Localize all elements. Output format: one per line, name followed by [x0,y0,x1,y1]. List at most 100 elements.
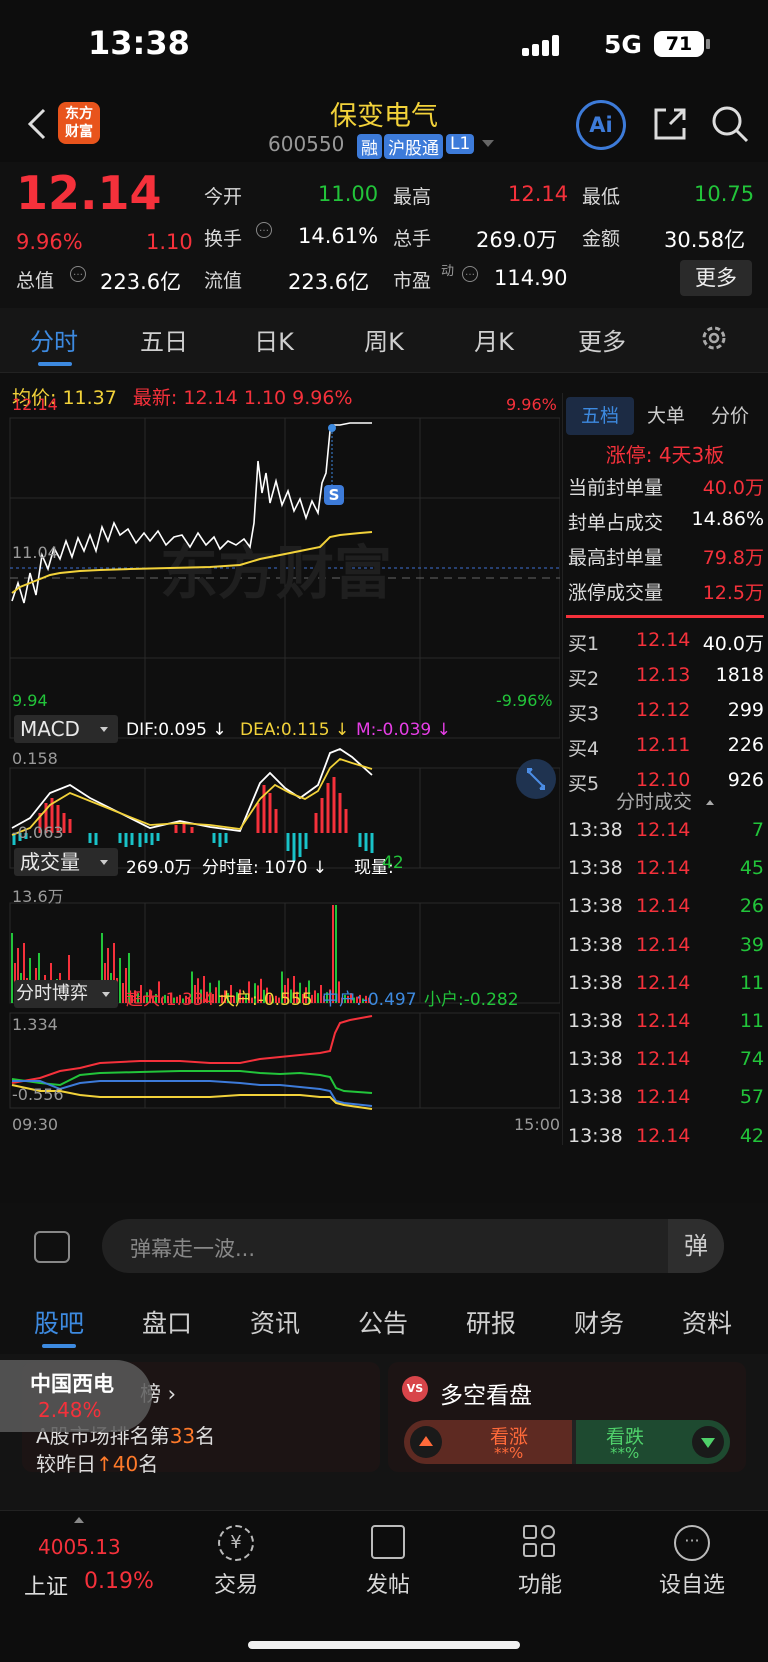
settings-icon[interactable] [698,322,730,354]
trade-row: 13:38 12.14 26 [568,895,764,933]
chevron-down-icon[interactable] [482,140,494,147]
chart-svg: 东方财富 [9,417,560,1110]
chevron-up-icon[interactable] [706,800,715,805]
orderbook-row[interactable]: 买1 12.14 40.0万 [568,629,764,663]
orderbook-price: 12.12 [636,699,691,721]
volume-minute: 分时量: 1070 ↓ [202,858,328,878]
trade-time: 13:38 [568,895,623,918]
orderbook-price: 12.13 [636,664,691,686]
up-value: **% [494,1444,524,1462]
trade-volume: 42 [739,1124,764,1147]
tab-month-k[interactable]: 月K [458,322,530,357]
bull-side[interactable]: 看涨 **% [404,1420,572,1464]
tab-forum[interactable]: 股吧 [22,1304,96,1340]
period-tabs: 分时 五日 日K 周K 月K 更多 [0,308,768,373]
ai-label: Ai [589,113,613,137]
rank-line1-num: 33 [169,1424,196,1448]
network-label: 5G [604,30,642,59]
share-icon[interactable] [650,104,690,144]
index-value[interactable]: 4005.13 [38,1535,121,1559]
orderbook-price: 12.11 [636,734,691,756]
tab-week-k[interactable]: 周K [348,322,420,357]
quote-panel: 12.14 9.96% 1.10 总值 … 223.6亿 今开 11.00 最高… [0,162,768,308]
tab-finance[interactable]: 财务 [562,1304,636,1340]
tab-research[interactable]: 研报 [454,1304,528,1340]
tab-handicap[interactable]: 盘口 [130,1304,204,1340]
nav-trade[interactable]: ¥ 交易 [176,1525,296,1599]
orderbook-row[interactable]: 买2 12.13 1818 [568,664,764,698]
orderbook-row[interactable]: 买4 12.11 226 [568,734,764,768]
stock-header: 东方 财富 保变电气 600550 融 沪股通 L1 Ai [0,90,768,162]
tab-day-k[interactable]: 日K [238,322,310,357]
chevron-down-icon [102,992,110,997]
amount-label: 金额 [582,228,621,250]
trade-time: 13:38 [568,933,623,956]
search-icon[interactable] [710,104,750,144]
comment-icon[interactable] [34,1231,70,1263]
trade-volume: 74 [739,1048,764,1071]
tab-5day[interactable]: 五日 [128,322,200,357]
bottom-nav: 4005.13 上证 0.19% ¥ 交易 发帖 功能 ··· 设自选 [0,1510,768,1662]
nav-post[interactable]: 发帖 [328,1525,448,1599]
pct-axis-bottom: -9.96% [496,691,553,710]
info-icon[interactable]: … [462,266,478,282]
tab-big-orders[interactable]: 大单 [634,397,698,435]
tab-intraday[interactable]: 分时 [18,322,90,357]
orderbook-level: 买2 [568,668,600,690]
floating-quote[interactable]: 中国西电 2.48% [0,1360,152,1432]
trade-price: 12.14 [636,1048,691,1071]
trade-row: 13:38 12.14 74 [568,1048,764,1086]
tab-news[interactable]: 资讯 [238,1304,312,1340]
rank-line2: 较昨日↑40名 [36,1448,158,1477]
flow-axis-top: 1.334 [12,1015,58,1034]
yen-icon: ¥ [218,1525,254,1561]
danmu-input[interactable]: 弹幕走一波... 弹 [102,1219,724,1273]
macd-dea: DEA:0.115 ↓ [240,720,350,740]
pe-label: 市盈 [393,270,432,292]
limit-row-value: 14.86% [691,508,764,530]
trade-time: 13:38 [568,1048,623,1071]
open-label: 今开 [204,186,243,208]
info-icon[interactable]: … [70,266,86,282]
volume-label: 总手 [393,228,432,250]
tab-announcements[interactable]: 公告 [346,1304,420,1340]
expand-icon[interactable] [516,759,556,799]
orderbook-row[interactable]: 买3 12.12 299 [568,699,764,733]
trade-price: 12.14 [636,933,691,956]
nav-trade-label: 交易 [213,1573,258,1598]
tab-five-levels[interactable]: 五档 [566,397,634,435]
price-axis-mid: 11.04 [12,543,58,562]
tab-more[interactable]: 更多 [566,322,638,357]
dea-line [11,757,373,836]
grid-icon [523,1525,557,1559]
bull-bear-card: VS 多空看盘 看涨 **% 看跌 **% [388,1362,746,1472]
limit-row: 当前封单量 40.0万 [568,473,764,507]
tab-profile[interactable]: 资料 [670,1304,744,1340]
limit-row-label: 当前封单量 [568,477,664,499]
ai-button[interactable]: Ai [576,100,626,150]
nav-functions[interactable]: 功能 [480,1525,600,1599]
limit-row: 涨停成交量 12.5万 [568,578,764,612]
rank-line2-pre: 较昨日 [36,1452,96,1476]
info-icon[interactable]: … [256,222,272,238]
index-pct[interactable]: 0.19% [84,1569,154,1594]
macd-selector[interactable]: MACD [14,715,118,743]
chevron-up-icon[interactable] [74,1517,84,1523]
flow-selector[interactable]: 分时博弈 [14,980,118,1008]
nav-watchlist[interactable]: ··· 设自选 [632,1525,752,1599]
price-axis-bottom: 9.94 [12,691,48,710]
volume-total: 269.0万 [126,858,192,878]
tab-price-dist[interactable]: 分价 [698,397,762,435]
volume-selector[interactable]: 成交量 [14,848,118,876]
danmu-toggle[interactable]: 弹 [668,1219,724,1273]
down-value: **% [610,1444,640,1462]
orderbook-level: 买3 [568,703,600,725]
status-bar: 13:38 5G 71 [0,0,768,90]
macd-dif: DIF:0.095 ↓ [126,720,227,740]
trade-volume: 7 [751,819,764,841]
index-name[interactable]: 上证 [24,1569,68,1601]
sell-marker[interactable]: S [324,485,344,505]
trade-price: 12.14 [636,895,691,918]
bear-side[interactable]: 看跌 **% [576,1420,730,1464]
more-button[interactable]: 更多 [680,260,752,296]
